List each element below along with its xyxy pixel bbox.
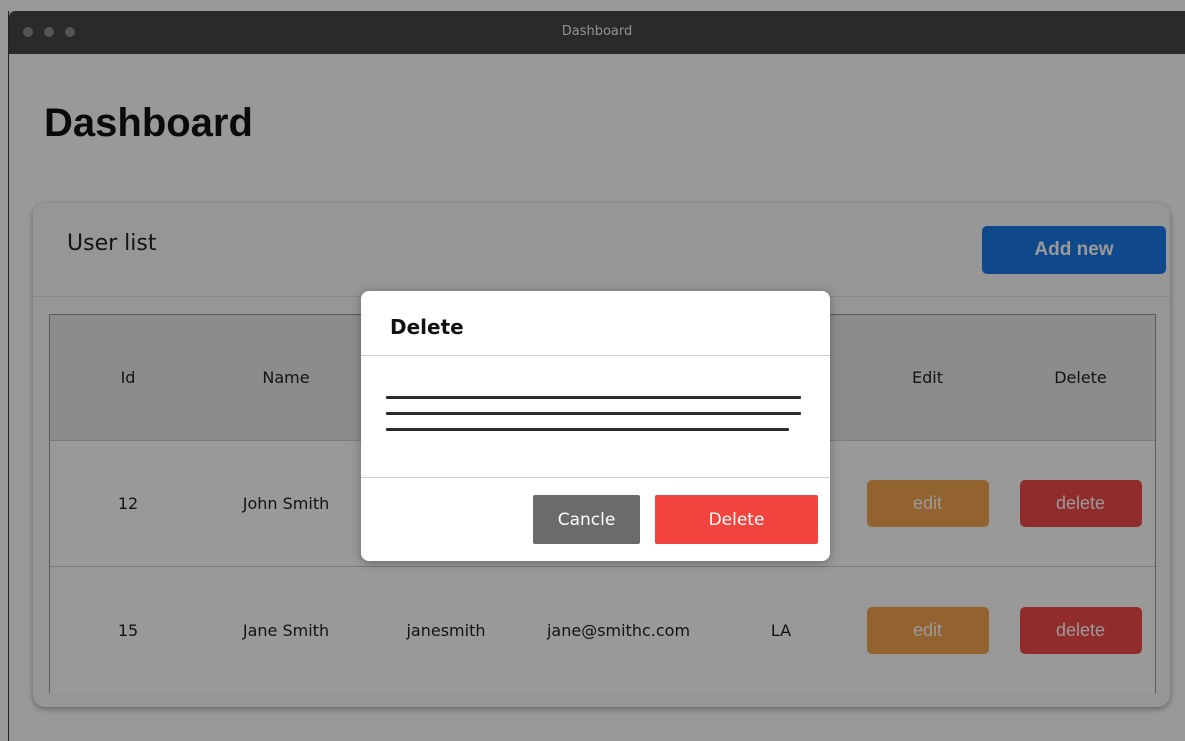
dialog-divider (361, 355, 830, 356)
dialog-divider (361, 477, 830, 478)
delete-dialog: Delete Cancle Delete (361, 291, 830, 561)
dialog-title: Delete (390, 315, 464, 339)
confirm-delete-button[interactable]: Delete (655, 495, 818, 544)
text-placeholder-line (386, 396, 801, 399)
cancel-button[interactable]: Cancle (533, 495, 640, 544)
text-placeholder-line (386, 428, 789, 431)
text-placeholder-line (386, 412, 801, 415)
